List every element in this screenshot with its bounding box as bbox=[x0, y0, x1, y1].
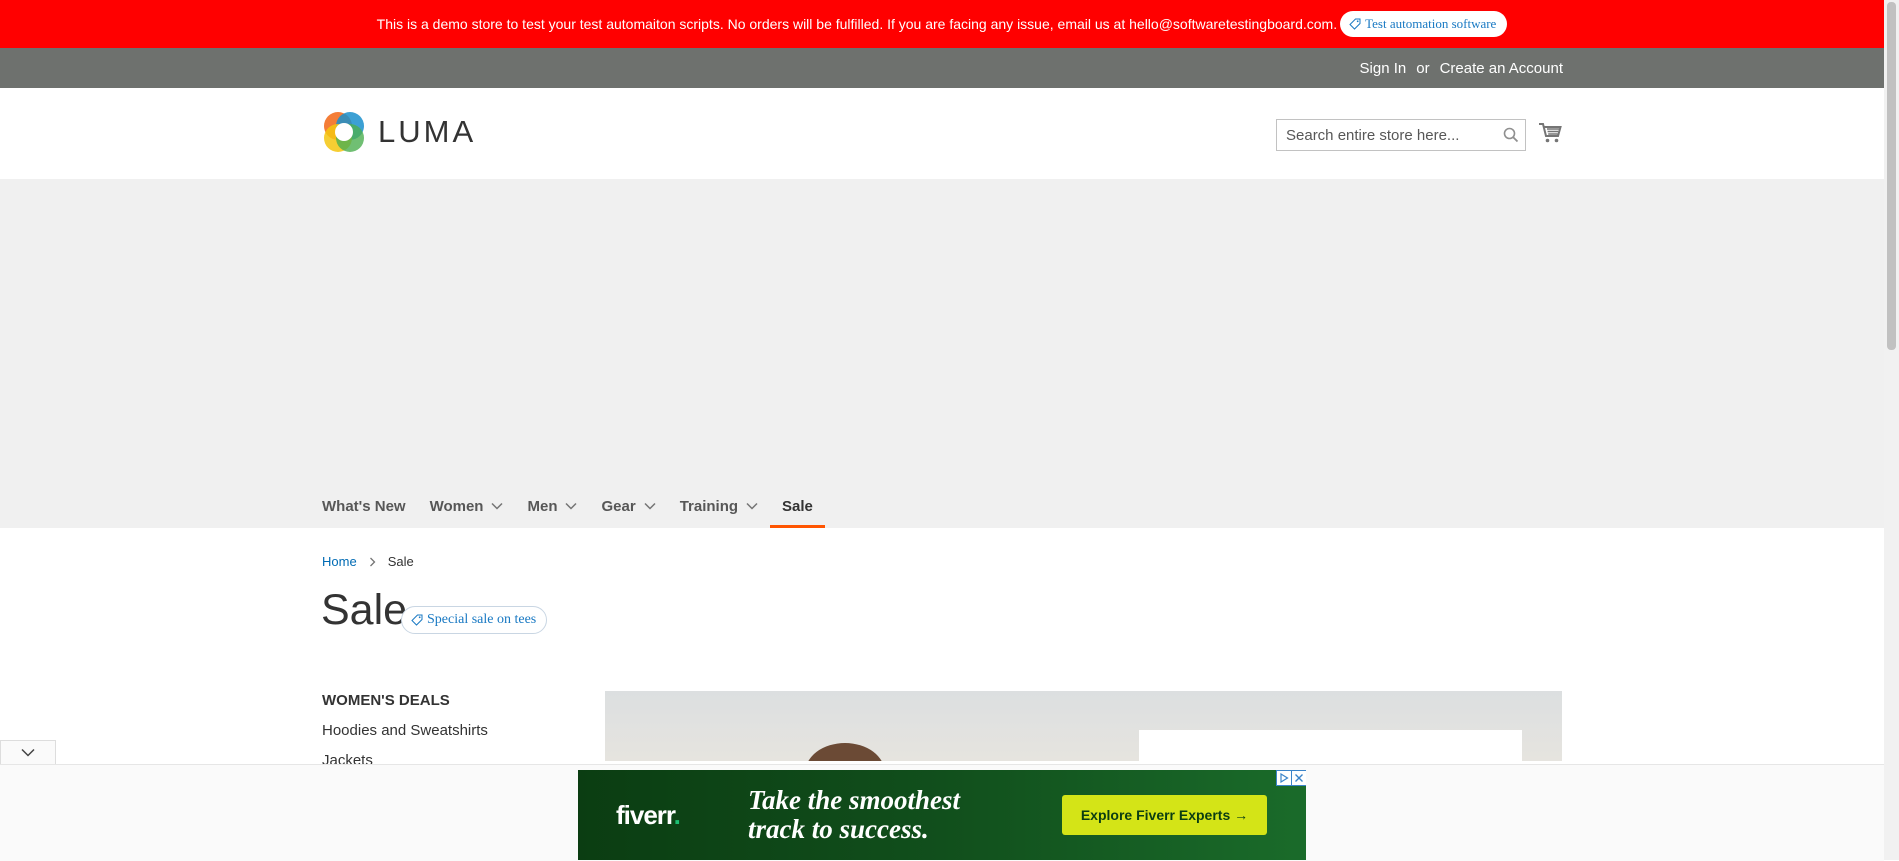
page-scrollbar[interactable] bbox=[1884, 0, 1899, 860]
play-icon bbox=[1280, 773, 1289, 783]
chevron-down-icon bbox=[746, 502, 758, 510]
nav-item-men[interactable]: Men bbox=[515, 484, 589, 528]
create-account-link[interactable]: Create an Account bbox=[1440, 60, 1563, 77]
badge-label: Test automation software bbox=[1365, 16, 1497, 31]
search-icon bbox=[1503, 127, 1519, 143]
demo-store-banner: This is a demo store to test your test a… bbox=[0, 0, 1884, 48]
demo-banner-message: This is a demo store to test your test a… bbox=[376, 16, 1338, 32]
chevron-down-icon bbox=[644, 502, 656, 510]
chevron-down-icon bbox=[491, 502, 504, 510]
ad-headline: Take the smoothest track to success. bbox=[748, 785, 961, 844]
nav-item-label: Training bbox=[679, 497, 739, 515]
special-sale-badge[interactable]: Special sale on tees bbox=[401, 606, 548, 634]
main-navigation: What's New Women Men Gear Training Sale bbox=[322, 484, 825, 528]
fiverr-ad-banner[interactable]: fiverr. Take the smoothest track to succ… bbox=[578, 770, 1306, 860]
chevron-down-icon bbox=[565, 502, 578, 510]
nav-item-label: Sale bbox=[782, 497, 813, 515]
page-title: Sale bbox=[321, 586, 408, 634]
search-button[interactable] bbox=[1497, 121, 1525, 149]
header-banner-area: What's New Women Men Gear Training Sale bbox=[0, 179, 1884, 528]
cart-icon[interactable] bbox=[1538, 121, 1562, 145]
fiverr-brand-text: fiverr bbox=[616, 800, 675, 830]
breadcrumb-home-link[interactable]: Home bbox=[322, 554, 357, 569]
top-links-bar: Sign In or Create an Account bbox=[0, 48, 1884, 88]
special-sale-label: Special sale on tees bbox=[427, 612, 537, 627]
ad-close-icon[interactable] bbox=[1291, 770, 1306, 786]
site-header: LUMA bbox=[0, 88, 1884, 179]
breadcrumb: Home Sale bbox=[322, 554, 414, 569]
logo-text: LUMA bbox=[378, 114, 477, 149]
breadcrumb-current: Sale bbox=[387, 554, 414, 569]
fiverr-logo: fiverr. bbox=[616, 800, 681, 831]
nav-item-training[interactable]: Training bbox=[668, 484, 770, 528]
nav-item-sale[interactable]: Sale bbox=[770, 484, 825, 528]
nav-item-label: Women bbox=[429, 497, 484, 515]
close-icon bbox=[1295, 774, 1303, 782]
nav-item-label: Men bbox=[527, 497, 558, 515]
links-separator: or bbox=[1416, 59, 1430, 77]
luma-logo-icon bbox=[324, 112, 364, 152]
chevron-right-icon bbox=[369, 557, 376, 566]
nav-item-gear[interactable]: Gear bbox=[589, 484, 667, 528]
chevron-down-icon bbox=[21, 748, 35, 757]
nav-item-label: Gear bbox=[601, 497, 636, 515]
ad-collapse-toggle[interactable] bbox=[0, 740, 56, 764]
tag-icon bbox=[1349, 18, 1361, 30]
search-input[interactable] bbox=[1277, 121, 1497, 149]
nav-item-women[interactable]: Women bbox=[418, 484, 516, 528]
promo-card bbox=[1139, 730, 1522, 761]
luma-logo[interactable]: LUMA bbox=[322, 110, 476, 154]
nav-item-whats-new[interactable]: What's New bbox=[322, 484, 418, 528]
sign-in-link[interactable]: Sign In bbox=[1360, 60, 1407, 77]
ad-choices-icon[interactable] bbox=[1276, 770, 1292, 786]
sidebar-link-hoodies[interactable]: Hoodies and Sweatshirts bbox=[322, 722, 488, 739]
test-automation-badge[interactable]: Test automation software bbox=[1340, 11, 1508, 37]
explore-fiverr-button[interactable]: Explore Fiverr Experts → bbox=[1062, 795, 1267, 835]
fiverr-brand-dot: . bbox=[673, 800, 681, 830]
tag-icon bbox=[411, 614, 423, 626]
scrollbar-thumb[interactable] bbox=[1887, 2, 1896, 350]
nav-item-label: What's New bbox=[322, 497, 406, 515]
womens-deals-heading: WOMEN'S DEALS bbox=[322, 692, 450, 709]
search-box bbox=[1276, 119, 1526, 151]
model-photo bbox=[805, 743, 885, 761]
sale-promo-image[interactable] bbox=[605, 691, 1562, 761]
